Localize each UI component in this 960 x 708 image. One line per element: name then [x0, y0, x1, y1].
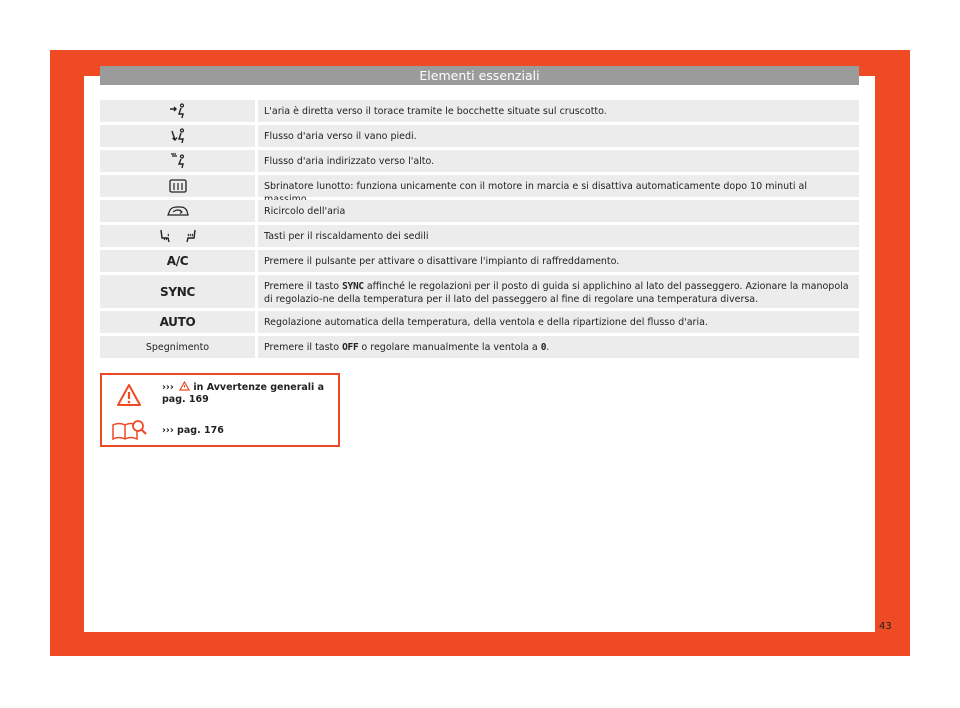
table-row: A/C Premere il pulsante per attivare o d…: [100, 250, 859, 272]
section-header: Elementi essenziali: [100, 66, 859, 85]
table-row: Tasti per il riscaldamento dei sedili: [100, 225, 859, 247]
row-icon-cell: [100, 100, 255, 122]
row-description: Premere il tasto OFF o regolare manualme…: [258, 336, 859, 358]
book-search-icon: [112, 420, 147, 441]
page-number: 43: [879, 621, 892, 632]
table-row: SYNC Premere il tasto SYNC affinché le r…: [100, 275, 859, 308]
table-row: Sbrinatore lunotto: funziona unicamente …: [100, 175, 859, 205]
row-description: Flusso d'aria indirizzato verso l'alto.: [258, 150, 859, 172]
row-icon-cell: SYNC: [100, 275, 255, 308]
row-label-cell: Spegnimento: [100, 336, 255, 358]
page-reference[interactable]: ››› pag. 176: [162, 425, 224, 437]
row-description: Ricircolo dell'aria: [258, 200, 859, 222]
row-icon-cell: [100, 175, 255, 197]
row-icon-cell: AUTO: [100, 311, 255, 333]
row-icon-cell: [100, 125, 255, 147]
row-description: Sbrinatore lunotto: funziona unicamente …: [258, 175, 859, 205]
inline-off-tag: OFF: [342, 342, 359, 353]
air-feet-icon: [170, 128, 184, 144]
row-description: Premere il tasto SYNC affinché le regola…: [258, 275, 859, 308]
text-part: .: [546, 342, 550, 353]
ac-label: A/C: [166, 254, 189, 268]
sync-label: SYNC: [160, 284, 195, 299]
ref-arrows: ›››: [162, 382, 174, 393]
air-up-icon: [170, 153, 184, 169]
table-row: Flusso d'aria indirizzato verso l'alto.: [100, 150, 859, 172]
row-icon-cell: [100, 200, 255, 222]
inline-sync-tag: SYNC: [342, 281, 364, 292]
table-row: Flusso d'aria verso il vano piedi.: [100, 125, 859, 147]
row-description: Flusso d'aria verso il vano piedi.: [258, 125, 859, 147]
row-description: Premere il pulsante per attivare o disat…: [258, 250, 859, 272]
row-icon-cell: [100, 225, 255, 247]
warning-reference[interactable]: ››› in Avvertenze generali a pag. 169: [162, 380, 332, 406]
recirculation-icon: [166, 206, 189, 216]
seat-heating-icon: [159, 229, 196, 243]
air-chest-icon: [169, 103, 184, 119]
row-icon-cell: A/C: [100, 250, 255, 272]
warning-box: ››› in Avvertenze generali a pag. 169 ››…: [100, 373, 340, 447]
table-row: Ricircolo dell'aria: [100, 200, 859, 222]
text-part: o regolare manualmente la ventola a: [358, 342, 541, 353]
table-row: L'aria è diretta verso il torace tramite…: [100, 100, 859, 122]
text-part: Premere il tasto: [264, 342, 343, 353]
table-row: AUTO Regolazione automatica della temper…: [100, 311, 859, 333]
row-description: Tasti per il riscaldamento dei sedili: [258, 225, 859, 247]
text-part: Premere il tasto: [264, 281, 343, 292]
controls-table: L'aria è diretta verso il torace tramite…: [100, 100, 859, 361]
small-warning-icon: [179, 380, 191, 391]
row-description: Regolazione automatica della temperatura…: [258, 311, 859, 333]
warning-triangle-icon: [117, 384, 141, 406]
row-description: L'aria è diretta verso il torace tramite…: [258, 100, 859, 122]
spegnimento-label: Spegnimento: [145, 341, 210, 353]
rear-defrost-icon: [168, 179, 187, 193]
table-row: Spegnimento Premere il tasto OFF o regol…: [100, 336, 859, 358]
auto-label: AUTO: [159, 315, 196, 329]
row-icon-cell: [100, 150, 255, 172]
